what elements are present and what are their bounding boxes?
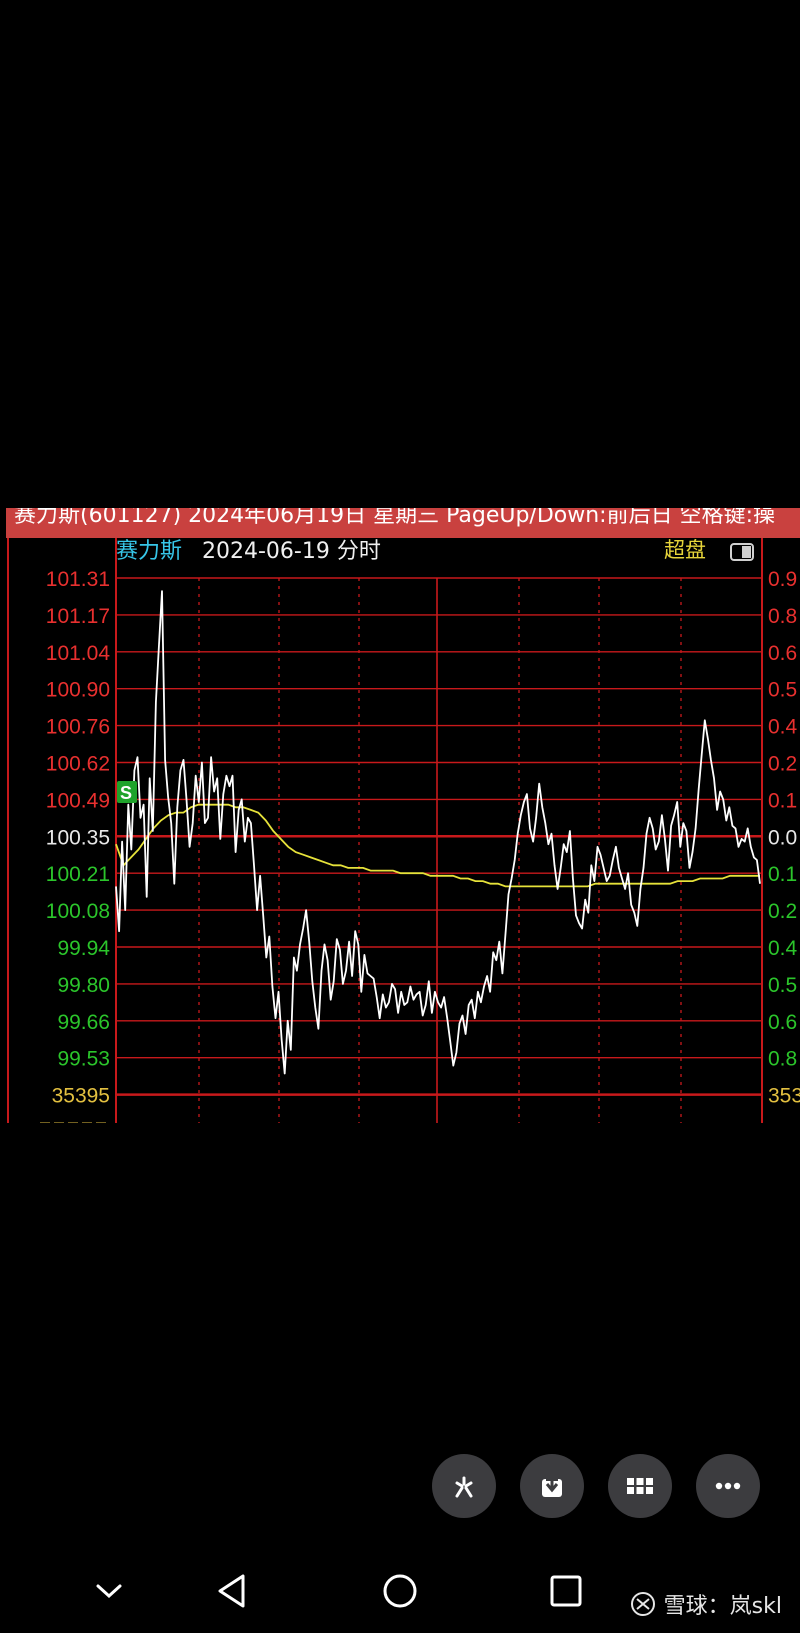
- left-axis-label: 100.76: [46, 716, 110, 739]
- right-axis-label: 0.1: [768, 863, 797, 886]
- edit-tool-icon: [455, 1476, 473, 1498]
- right-axis-label: 0.5: [768, 974, 797, 997]
- price-line: [115, 590, 761, 1075]
- right-axis-label: 0.0: [768, 826, 797, 849]
- right-axis-label: 0.2: [768, 900, 797, 923]
- more-icon: [715, 1482, 741, 1490]
- left-axis-label: 99.94: [57, 937, 110, 960]
- apps-button[interactable]: [608, 1454, 672, 1518]
- right-axis-label: 0.8: [768, 1048, 797, 1071]
- right-axis-label: 353: [768, 1085, 800, 1108]
- right-axis-label: 0.5: [768, 679, 797, 702]
- home-circle-icon: [383, 1574, 417, 1608]
- recents-square-icon: [550, 1575, 582, 1607]
- more-options-button[interactable]: [696, 1454, 760, 1518]
- download-icon: [542, 1474, 562, 1497]
- right-axis-label: 0.2: [768, 753, 797, 776]
- left-axis-label: 101.31: [46, 568, 110, 591]
- right-axis-label: 0.9: [768, 568, 797, 591]
- intraday-chart: 101.31 101.17 101.04 100.90 100.76 100.62 100.…: [7, 538, 800, 1123]
- stock-name: 赛力斯: [116, 539, 182, 564]
- svg-text:S: S: [120, 783, 132, 803]
- chevron-down-icon: [96, 1584, 122, 1599]
- grid-apps-icon: [627, 1478, 653, 1494]
- signal-marker-s: S: [117, 781, 137, 803]
- back-triangle-icon: [218, 1574, 245, 1608]
- nav-recents-button[interactable]: [542, 1567, 590, 1615]
- left-axis-label: 101.04: [46, 642, 111, 665]
- left-axis-label: 100.21: [46, 863, 110, 886]
- right-axis-label: 0.1: [768, 789, 797, 812]
- nav-collapse-button[interactable]: [85, 1567, 133, 1615]
- right-axis-label: 0.8: [768, 605, 797, 628]
- download-button[interactable]: [520, 1454, 584, 1518]
- super-label[interactable]: 超盘: [664, 538, 706, 562]
- left-axis-label: 99.66: [57, 1011, 110, 1034]
- edit-tool-button[interactable]: [432, 1454, 496, 1518]
- left-axis-label: 99.80: [57, 974, 110, 997]
- watermark: 雪球：岚skl: [630, 1584, 782, 1624]
- right-axis-label: 0.4: [768, 937, 798, 960]
- watermark-text: 雪球：岚skl: [663, 1594, 782, 1619]
- toggle-panel-icon[interactable]: [730, 543, 754, 561]
- stock-chart-screenshot: 赛力斯(601127) 2024年06月19日 星期三 PageUp/Down:…: [0, 508, 800, 1123]
- right-axis-label: 0.6: [768, 1011, 797, 1034]
- left-axis-label: 35395: [52, 1085, 110, 1108]
- right-axis-label: 0.4: [768, 716, 798, 739]
- left-axis-label: 99.53: [57, 1048, 110, 1071]
- left-axis-label: 100.90: [46, 679, 110, 702]
- left-axis-label: 100.49: [46, 789, 110, 812]
- nav-home-button[interactable]: [376, 1567, 424, 1615]
- image-viewer: 赛力斯(601127) 2024年06月19日 星期三 PageUp/Down:…: [0, 0, 800, 1633]
- nav-back-button[interactable]: [208, 1567, 256, 1615]
- right-axis-label: 0.6: [768, 642, 797, 665]
- average-price-line: [115, 803, 760, 888]
- left-axis-label: 100.62: [46, 753, 110, 776]
- left-axis-label: 100.08: [46, 900, 110, 923]
- left-axis-label: 100.35: [46, 826, 110, 849]
- xueqiu-logo-icon: [630, 1592, 655, 1616]
- left-axis-label: 101.17: [46, 605, 110, 628]
- date-label: 2024-06-19 分时: [202, 539, 381, 564]
